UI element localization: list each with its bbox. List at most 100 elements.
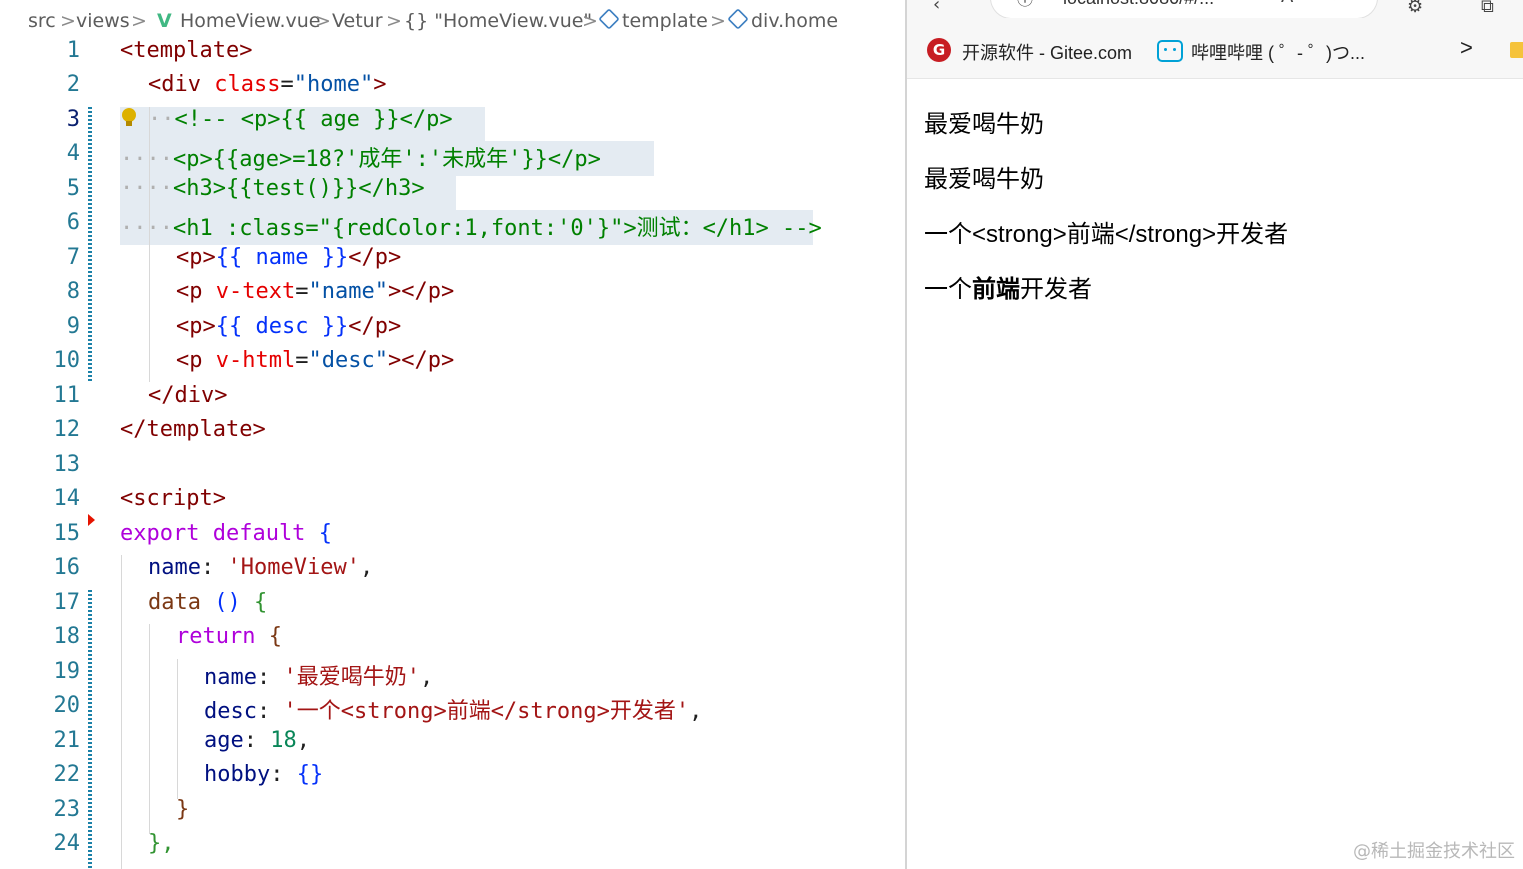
page-paragraph: 一个<strong>前端</strong>开发者 bbox=[924, 221, 1289, 248]
code-token: <p bbox=[176, 348, 216, 373]
code-token: , bbox=[359, 555, 374, 580]
split-screen-icon[interactable]: ⧉ bbox=[1481, 0, 1494, 17]
breadcrumb-div-label: div.home bbox=[751, 10, 839, 32]
vue-file-icon: V bbox=[157, 10, 172, 32]
line-number: 7 bbox=[66, 245, 80, 270]
breadcrumb-separator: > bbox=[582, 10, 598, 32]
code-token: <p> bbox=[176, 314, 216, 339]
code-line: ····<h1 :class="{redColor:1,font:'0'}">测… bbox=[120, 210, 822, 244]
code-line: desc: '一个<strong>前端</strong>开发者', bbox=[204, 693, 702, 727]
page-paragraph: 最爱喝牛奶 bbox=[924, 111, 1044, 138]
chevron-right-icon[interactable]: > bbox=[1460, 35, 1473, 61]
page-bold-text: 前端 bbox=[972, 276, 1020, 303]
bilibili-icon bbox=[1157, 40, 1183, 62]
code-token: : bbox=[270, 762, 297, 787]
code-token: <p>{{age>=18?'成年':'未成年'}}</p> bbox=[172, 147, 601, 172]
back-icon[interactable]: ‹ bbox=[933, 0, 940, 15]
line-number: 9 bbox=[66, 314, 80, 339]
lightbulb-icon[interactable] bbox=[122, 108, 136, 128]
code-token: { bbox=[318, 521, 332, 546]
address-text: localhost:8080/#/... bbox=[1063, 0, 1214, 9]
code-token: </template> bbox=[120, 417, 266, 442]
whitespace-dots: ·· bbox=[148, 107, 175, 132]
code-token: ></p> bbox=[387, 348, 455, 373]
code-token: () bbox=[214, 590, 241, 615]
code-token: name bbox=[204, 665, 257, 690]
code-token: desc bbox=[204, 699, 257, 724]
bookmarks-bar: G 开源软件 - Gitee.com 哔哩哔哩 ( ゜- ゜)つ... > bbox=[907, 18, 1523, 79]
line-number: 1 bbox=[66, 38, 80, 63]
breadcrumb-vetur[interactable]: Vetur bbox=[332, 10, 383, 32]
code-token: = bbox=[295, 279, 309, 304]
code-token: <div bbox=[148, 72, 215, 97]
code-editor[interactable]: src > views > V HomeView.vue > Vetur > {… bbox=[0, 0, 905, 869]
code-token: <h1 :class="{redColor:1,font:'0'}">测试：</… bbox=[172, 216, 822, 241]
code-token: ></p> bbox=[387, 279, 455, 304]
code-token: : bbox=[256, 699, 284, 724]
code-token: {{ name }} bbox=[215, 245, 349, 270]
bookmark-bilibili[interactable]: 哔哩哔哩 ( ゜- ゜)つ... bbox=[1191, 39, 1365, 65]
extensions-icon[interactable]: ⚙ bbox=[1407, 0, 1423, 17]
whitespace-dots: ···· bbox=[120, 216, 173, 241]
code-line: <p>{{ desc }}</p> bbox=[176, 314, 401, 348]
indent-guide bbox=[121, 555, 122, 869]
code-line: hobby: {} bbox=[204, 762, 323, 796]
code-token: <!-- <p>{{ age }}</p> bbox=[174, 107, 453, 132]
breadcrumb-separator: > bbox=[710, 10, 726, 32]
code-token: age bbox=[204, 728, 244, 753]
code-line: <p>{{ name }}</p> bbox=[176, 245, 401, 279]
info-icon[interactable]: ⓘ bbox=[1017, 0, 1033, 10]
star-icon[interactable]: ☆ bbox=[1331, 0, 1347, 5]
whitespace-dots: ···· bbox=[120, 147, 173, 172]
git-modified-bar[interactable] bbox=[88, 590, 92, 869]
code-token: { bbox=[253, 590, 268, 615]
line-number: 21 bbox=[53, 728, 81, 753]
git-modified-bar[interactable] bbox=[88, 107, 92, 383]
code-token: : bbox=[243, 728, 271, 753]
breadcrumb-separator: > bbox=[386, 10, 402, 32]
line-number: 18 bbox=[53, 624, 81, 649]
line-number: 14 bbox=[53, 486, 81, 511]
breadcrumb-src[interactable]: src bbox=[28, 10, 56, 32]
breadcrumb-object[interactable]: {} "HomeView.vue" bbox=[404, 10, 592, 32]
line-number: 4 bbox=[66, 141, 80, 166]
code-token: {{ desc }} bbox=[215, 314, 349, 339]
code-line: <template> bbox=[120, 38, 252, 72]
code-token: class bbox=[214, 72, 281, 97]
line-number: 6 bbox=[66, 210, 80, 235]
gitee-icon: G bbox=[927, 38, 951, 62]
breadcrumb-file[interactable]: HomeView.vue bbox=[180, 10, 320, 32]
code-token: </p> bbox=[348, 245, 402, 270]
address-bar[interactable]: ⓘ localhost:8080/#/... A ☆ bbox=[991, 0, 1377, 18]
code-token: : bbox=[256, 665, 284, 690]
line-number: 15 bbox=[53, 521, 81, 546]
folder-icon[interactable] bbox=[1510, 42, 1523, 58]
line-number: 13 bbox=[53, 452, 81, 477]
bookmark-gitee[interactable]: 开源软件 - Gitee.com bbox=[962, 39, 1132, 65]
line-number: 24 bbox=[53, 831, 81, 856]
code-line: <p v-text="name"></p> bbox=[176, 279, 454, 313]
code-token: <p> bbox=[176, 245, 216, 270]
code-token: "home" bbox=[293, 72, 374, 97]
code-token: export default bbox=[120, 521, 306, 546]
code-token: , bbox=[689, 699, 703, 724]
browser-toolbar: ‹ ⓘ localhost:8080/#/... A ☆ ⚙ ⧉ bbox=[907, 0, 1523, 18]
read-aloud-icon[interactable]: A bbox=[1281, 0, 1293, 7]
page-paragraph: 最爱喝牛奶 bbox=[924, 166, 1044, 193]
browser-window: ‹ ⓘ localhost:8080/#/... A ☆ ⚙ ⧉ G 开源软件 … bbox=[907, 0, 1523, 869]
code-token: { bbox=[268, 624, 282, 649]
code-token: 18 bbox=[270, 728, 297, 753]
code-token: <script> bbox=[120, 486, 226, 511]
cube-icon bbox=[598, 8, 620, 30]
breadcrumb-views[interactable]: views bbox=[76, 10, 130, 32]
code-line: age: 18, bbox=[204, 728, 310, 762]
git-deleted-marker[interactable] bbox=[88, 514, 95, 526]
page-text: 开发者 bbox=[1020, 276, 1092, 303]
line-number: 17 bbox=[53, 590, 81, 615]
breadcrumb-div[interactable]: div.home bbox=[727, 8, 839, 32]
code-line: ··<!-- <p>{{ age }}</p> bbox=[148, 107, 453, 141]
code-line: export default { bbox=[120, 521, 332, 555]
code-token: v-text bbox=[215, 279, 296, 304]
breadcrumb-template[interactable]: template bbox=[598, 8, 708, 32]
breadcrumb-template-label: template bbox=[622, 10, 708, 32]
